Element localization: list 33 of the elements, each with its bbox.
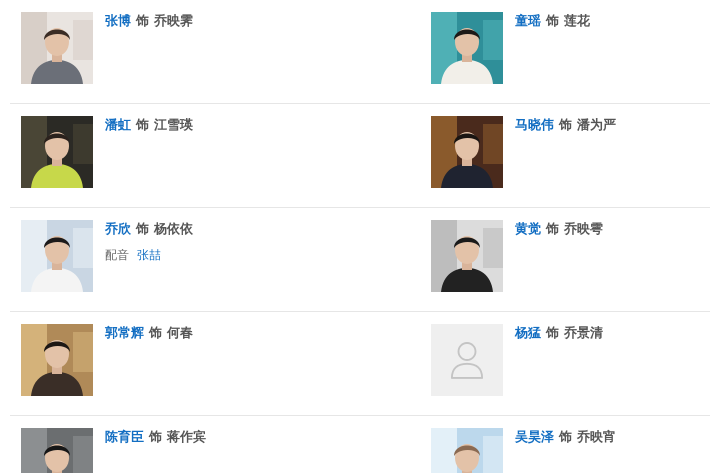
role-name: 乔景清 [564,325,603,343]
role-name: 乔映霁 [154,13,193,31]
actor-link[interactable]: 童瑶 [515,13,541,31]
role-connector: 饰 [136,221,149,239]
role-name: 乔映宵 [577,429,616,447]
actor-link[interactable]: 杨猛 [515,325,541,343]
role-connector: 饰 [559,429,572,447]
role-name: 乔映雩 [564,221,603,239]
actor-link[interactable]: 潘虹 [105,117,131,135]
role-connector: 饰 [149,429,162,447]
role-name: 莲花 [564,13,590,31]
role-connector: 饰 [136,117,149,135]
role-connector: 饰 [149,325,162,343]
actor-link[interactable]: 郭常辉 [105,325,144,343]
person-icon [450,341,484,379]
voice-label: 配音 [105,247,129,263]
role-name: 何春 [167,325,193,343]
actor-link[interactable]: 黄觉 [515,221,541,239]
actor-link[interactable]: 吴昊泽 [515,429,554,447]
role-name: 江雪瑛 [154,117,193,135]
actor-link[interactable]: 马晓伟 [515,117,554,135]
role-connector: 饰 [546,221,559,239]
voice-actor-link[interactable]: 张喆 [137,247,161,263]
role-name: 潘为严 [577,117,616,135]
role-connector: 饰 [559,117,572,135]
role-name: 杨依依 [154,221,193,239]
role-connector: 饰 [546,325,559,343]
actor-link[interactable]: 乔欣 [105,221,131,239]
role-connector: 饰 [546,13,559,31]
actor-link[interactable]: 张博 [105,13,131,31]
role-name: 蒋作宾 [167,429,206,447]
actor-link[interactable]: 陈育臣 [105,429,144,447]
role-connector: 饰 [136,13,149,31]
